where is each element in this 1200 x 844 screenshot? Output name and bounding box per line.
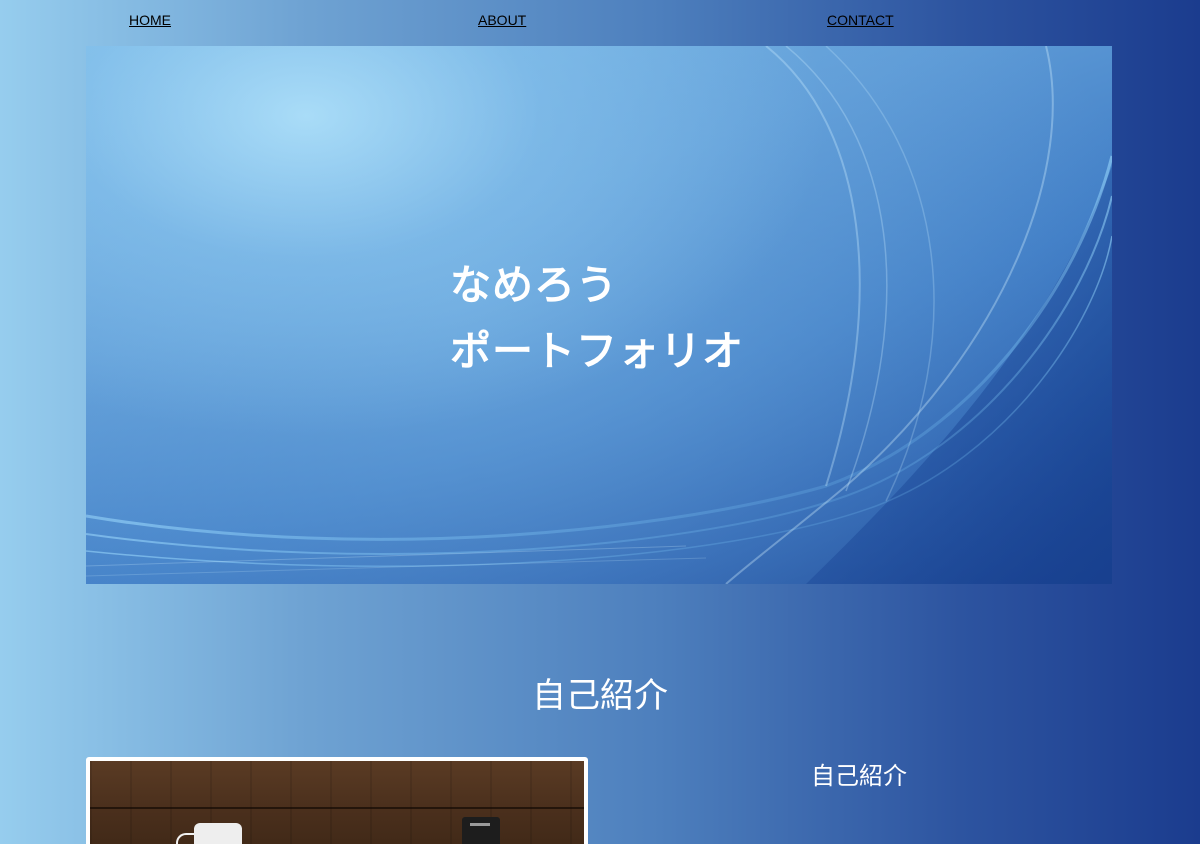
about-subtitle: 自己紹介 (811, 762, 907, 790)
hero-banner: なめろう ポートフォリオ (86, 46, 1112, 584)
nav-link-about[interactable]: ABOUT (478, 12, 526, 28)
hero-title: なめろう ポートフォリオ (450, 252, 744, 384)
photo-battery-pack (462, 817, 500, 844)
photo-charger-adapter (194, 823, 242, 844)
profile-photo (86, 757, 588, 844)
about-section-title: 自己紹介 (532, 676, 668, 716)
hero-title-line-1: なめろう (450, 261, 618, 309)
nav-link-home[interactable]: HOME (129, 12, 171, 28)
nav-link-contact[interactable]: CONTACT (827, 12, 894, 28)
photo-battery-label (470, 823, 490, 826)
photo-wood-plank-line (90, 807, 584, 809)
hero-title-line-2: ポートフォリオ (450, 327, 744, 375)
top-navigation: HOME ABOUT CONTACT (0, 0, 1200, 44)
